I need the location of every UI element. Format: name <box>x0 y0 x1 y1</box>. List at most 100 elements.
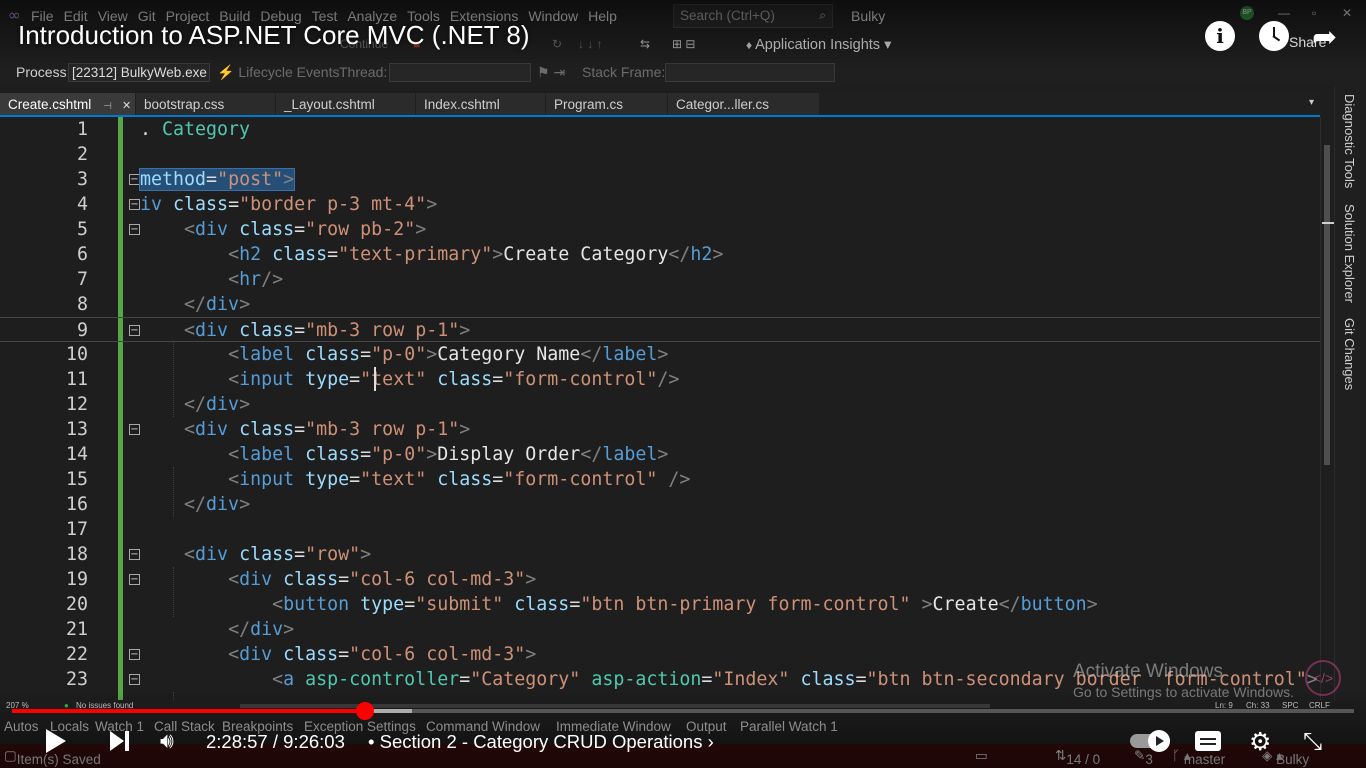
tab-bootstrap-css[interactable]: bootstrap.css <box>136 93 276 115</box>
line-number: 5 <box>76 219 88 240</box>
code-line-11[interactable]: 11 <input type="text" class="form-contro… <box>0 367 1320 392</box>
code-line-7[interactable]: 7 <hr/> <box>0 267 1320 292</box>
code-text: </div> <box>184 494 251 515</box>
code-line-13[interactable]: 13 − <div class="mb-3 row p-1"> <box>0 417 1320 442</box>
horizontal-scrollbar[interactable] <box>240 704 990 708</box>
play-icon[interactable] <box>46 729 66 753</box>
editor-vertical-scrollbar[interactable] <box>1320 117 1334 700</box>
notifications-icon[interactable]: ▭ <box>975 748 988 764</box>
code-line-8[interactable]: 8 </div> <box>0 292 1320 317</box>
menu-item-help[interactable]: Help <box>588 8 617 24</box>
tab-overflow-icon[interactable]: ▾ <box>1309 97 1314 108</box>
code-text: iv class="border p-3 mt-4"> <box>140 194 438 215</box>
collapse-icon[interactable]: − <box>129 325 140 336</box>
exit-fullscreen-icon[interactable]: ⤡ <box>1303 727 1322 755</box>
channel-watermark-icon[interactable]: </> <box>1305 660 1341 696</box>
collapse-icon[interactable]: − <box>129 224 140 235</box>
subtitles-icon[interactable] <box>1195 731 1221 751</box>
code-line-12[interactable]: 12 </div> <box>0 392 1320 417</box>
autoplay-toggle[interactable] <box>1130 730 1170 752</box>
code-line-16[interactable]: 16 </div> <box>0 492 1320 517</box>
filter-icons[interactable]: ⚑ ⇥ <box>537 64 565 81</box>
code-line-17[interactable]: 17 <box>0 517 1320 542</box>
solution-explorer-tab[interactable]: Solution Explorer <box>1342 204 1357 303</box>
code-text: <hr/> <box>228 269 284 290</box>
search-input[interactable]: Search (Ctrl+Q) ⌕ <box>673 4 833 28</box>
code-line-4[interactable]: 4 − iv class="border p-3 mt-4"> <box>0 192 1320 217</box>
scrollbar-thumb[interactable] <box>1324 145 1330 465</box>
restart-icon[interactable]: ↻ <box>552 37 562 51</box>
code-text: <div class="col-6 col-md-3"> <box>228 644 537 665</box>
code-line-21[interactable]: 21 </div> <box>0 617 1320 642</box>
git-changes-tab[interactable]: Git Changes <box>1342 318 1357 390</box>
volume-icon[interactable]: 🔊︎ <box>160 729 174 754</box>
menu-item-window[interactable]: Window <box>528 8 578 24</box>
code-line-10[interactable]: 10 <label class="p-0">Category Name</lab… <box>0 342 1320 367</box>
line-number: 1 <box>76 119 88 140</box>
lightbulb-icon: ♦ <box>746 38 753 52</box>
line-number: 4 <box>76 194 88 215</box>
collapse-icon[interactable]: − <box>129 174 140 185</box>
debug-tab-parallel-watch-1[interactable]: Parallel Watch 1 <box>740 719 838 734</box>
process-select[interactable]: [22312] BulkyWeb.exe <box>68 63 210 82</box>
bookmark-icon[interactable]: ⊞ ⊟ <box>672 37 695 51</box>
activate-windows-watermark: Activate Windows Go to Settings to activ… <box>1073 661 1294 700</box>
tab-categor-ller-cs[interactable]: Categor...ller.cs <box>668 93 820 115</box>
tab--layout-cshtml[interactable]: _Layout.cshtml <box>276 93 416 115</box>
branch-selector[interactable]: ᚴ master ▴ <box>1172 748 1225 767</box>
close-window-icon[interactable]: ✕ <box>1342 6 1352 20</box>
diagnostic-tools-tab[interactable]: Diagnostic Tools <box>1342 94 1357 188</box>
application-insights-button[interactable]: ♦ Application Insights ▾ <box>746 37 891 53</box>
tab-label: Create.cshtml <box>8 97 92 112</box>
collapse-icon[interactable]: − <box>129 424 140 435</box>
info-icon[interactable]: i <box>1205 21 1235 51</box>
autoplay-knob-icon <box>1148 730 1170 752</box>
tab-create-cshtml[interactable]: Create.cshtml ⊣ ✕ <box>0 93 136 115</box>
code-line-9[interactable]: 9 − <div class="mb-3 row p-1"> <box>0 317 1320 342</box>
maximize-icon[interactable]: ▫ <box>1312 6 1316 20</box>
code-editor[interactable]: 1. Category 2 3− method="post"> 4− iv class="… <box>0 117 1334 700</box>
code-line-6[interactable]: 6 <h2 class="text-primary">Create Catego… <box>0 242 1320 267</box>
progress-scrubber[interactable] <box>356 702 374 720</box>
collapse-icon[interactable]: − <box>129 199 140 210</box>
code-line-2[interactable]: 2 <box>0 142 1320 167</box>
next-video-icon[interactable] <box>110 731 130 751</box>
close-tab-icon[interactable]: ✕ <box>122 100 131 112</box>
code-line-19[interactable]: 19 − <div class="col-6 col-md-3"> <box>0 567 1320 592</box>
debug-tab-autos[interactable]: Autos <box>4 719 39 734</box>
code-line-20[interactable]: 20 <button type="submit" class="btn btn-… <box>0 592 1320 617</box>
code-text: <button type="submit" class="btn btn-pri… <box>272 594 1098 615</box>
share-icon[interactable]: ➦ <box>1312 20 1337 55</box>
code-line-5[interactable]: 5 − <div class="row pb-2"> <box>0 217 1320 242</box>
code-line-15[interactable]: 15 <input type="text" class="form-contro… <box>0 467 1320 492</box>
code-text: </div> <box>184 294 251 315</box>
thread-select[interactable] <box>389 63 531 82</box>
collapse-icon[interactable]: − <box>129 549 140 560</box>
profile-avatar[interactable]: BP <box>1240 6 1254 20</box>
code-line-14[interactable]: 14 <label class="p-0">Display Order</lab… <box>0 442 1320 467</box>
line-number: 16 <box>65 494 88 515</box>
indent-guide <box>173 692 174 700</box>
step-icons[interactable]: ↓ ↓ ↑ <box>578 37 603 51</box>
lifecycle-events-button[interactable]: ⚡ Lifecycle Events <box>217 64 340 81</box>
code-text: </div> <box>228 619 295 640</box>
code-line-3[interactable]: 3 − method="post"> <box>0 167 1320 192</box>
collapse-icon[interactable]: − <box>129 574 140 585</box>
pending-changes[interactable]: ⇅ 14 / 0 <box>1055 748 1100 767</box>
tab-program-cs[interactable]: Program.cs <box>546 93 668 115</box>
collapse-icon[interactable]: − <box>129 649 140 660</box>
collapse-icon[interactable]: − <box>129 674 140 685</box>
chapter-title[interactable]: • Section 2 - Category CRUD Operations › <box>368 731 714 753</box>
pin-icon[interactable]: ⊣ <box>103 101 112 112</box>
minimize-icon[interactable]: — <box>1278 6 1290 20</box>
stack-frame-select[interactable] <box>665 63 835 82</box>
settings-gear-icon[interactable]: ⚙ <box>1249 727 1271 756</box>
video-title[interactable]: Introduction to ASP.NET Core MVC (.NET 8… <box>18 20 530 51</box>
code-line-1[interactable]: 1 . Category <box>0 117 1320 142</box>
tab-index-cshtml[interactable]: Index.cshtml <box>416 93 546 115</box>
code-line-18[interactable]: 18 − <div class="row"> <box>0 542 1320 567</box>
watch-later-icon[interactable] <box>1259 21 1289 51</box>
breakpoint-toggle-icon[interactable]: ⇆ <box>640 37 650 51</box>
line-number: 7 <box>76 269 88 290</box>
unpushed-commits[interactable]: ✎ 3 <box>1134 748 1153 767</box>
